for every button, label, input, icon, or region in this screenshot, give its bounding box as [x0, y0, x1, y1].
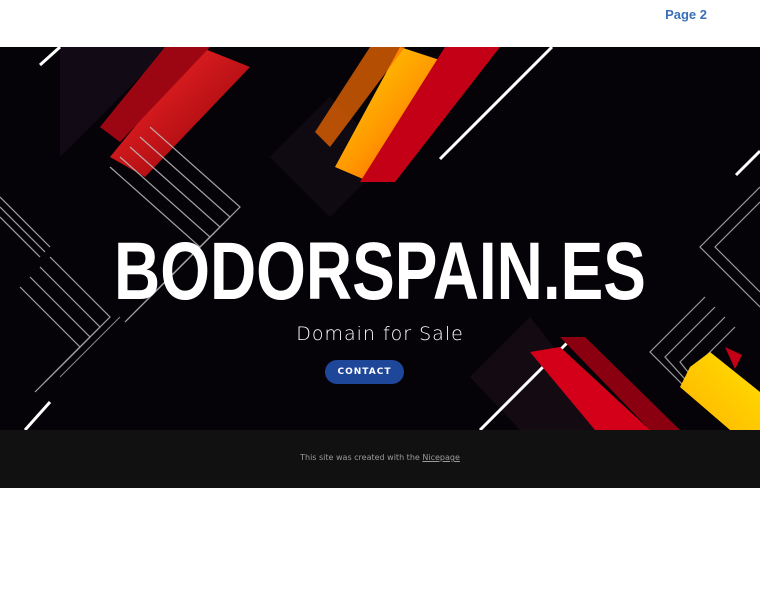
hero-section: BODORSPAIN.ES Domain for Sale CONTACT: [0, 47, 760, 430]
nav-link-page-2[interactable]: Page 2: [665, 7, 707, 22]
footer-credit: This site was created with the Nicepage: [0, 453, 760, 462]
nicepage-link[interactable]: Nicepage: [422, 453, 460, 462]
domain-subtitle: Domain for Sale: [296, 323, 464, 345]
domain-title: BODORSPAIN.ES: [114, 226, 646, 317]
contact-button[interactable]: CONTACT: [325, 360, 404, 384]
footer: This site was created with the Nicepage: [0, 430, 760, 488]
header: Page 2: [0, 0, 760, 47]
footer-credit-text: This site was created with the: [300, 453, 420, 462]
